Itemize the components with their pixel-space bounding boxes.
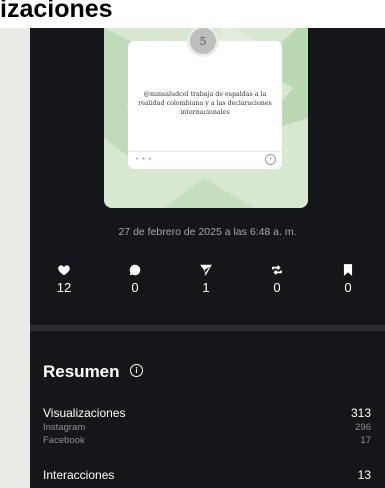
metrics-row: 12 0 1 0 0	[30, 263, 385, 303]
instagram-value: 296	[355, 422, 371, 433]
saves-count: 0	[344, 280, 352, 295]
insights-panel: @minsaludcol trabaja de espaldas a la re…	[30, 28, 385, 488]
post-date: 27 de febrero de 2025 a las 6:48 a. m.	[118, 226, 297, 238]
heart-icon	[39, 263, 89, 279]
interacciones-label: Interacciones	[43, 468, 115, 482]
likes-count: 12	[56, 280, 72, 295]
instagram-label: Instagram	[43, 422, 86, 433]
bookmark-icon	[323, 263, 373, 279]
summary-title: Resumen	[43, 362, 120, 381]
post-dots: • • •	[136, 156, 153, 163]
shares-count: 1	[202, 280, 210, 295]
metric-shares[interactable]: 1	[181, 263, 231, 295]
page-heading: izaciones	[0, 0, 113, 23]
reposts-count: 0	[273, 280, 281, 295]
metric-reposts[interactable]: 0	[252, 263, 302, 295]
section-divider	[30, 325, 385, 331]
comments-count: 0	[131, 280, 139, 295]
share-icon	[181, 263, 231, 279]
post-preview[interactable]: @minsaludcol trabaja de espaldas a la re…	[104, 28, 308, 208]
repost-icon	[252, 263, 302, 279]
metric-saves[interactable]: 0	[323, 263, 373, 295]
metric-comments[interactable]: 0	[110, 263, 160, 295]
visualizaciones-label: Visualizaciones	[43, 406, 126, 420]
interacciones-value: 13	[357, 468, 371, 482]
comment-icon	[110, 263, 160, 279]
post-number-badge: 5	[190, 28, 216, 54]
visualizaciones-value: 313	[350, 406, 371, 420]
metric-likes[interactable]: 12	[39, 263, 89, 295]
facebook-value: 17	[360, 435, 371, 446]
post-text: @minsaludcol trabaja de espaldas a la re…	[138, 91, 272, 116]
post-divider	[128, 151, 282, 152]
info-icon[interactable]: i	[130, 364, 143, 377]
post-plus-icon: +	[265, 154, 276, 165]
left-strip	[0, 28, 30, 488]
facebook-label: Facebook	[43, 435, 85, 446]
post-inner-card: @minsaludcol trabaja de espaldas a la re…	[128, 41, 282, 169]
